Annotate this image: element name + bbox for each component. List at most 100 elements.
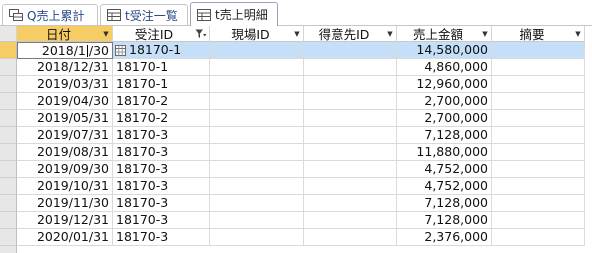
record-selector[interactable] bbox=[0, 195, 17, 212]
site-id-cell[interactable] bbox=[210, 195, 304, 212]
dropdown-arrow-icon[interactable]: ▼ bbox=[479, 30, 491, 38]
date-cell[interactable]: 2019/11/30 bbox=[17, 195, 113, 212]
record-selector[interactable] bbox=[0, 144, 17, 161]
tab-t-order-list[interactable]: t受注一覧 bbox=[100, 4, 188, 25]
date-cell[interactable]: 2018/12/31 bbox=[17, 59, 113, 76]
order-id-cell[interactable]: 18170-1 bbox=[113, 42, 210, 59]
customer-id-cell[interactable] bbox=[304, 127, 397, 144]
site-id-cell[interactable] bbox=[210, 144, 304, 161]
site-id-cell[interactable] bbox=[210, 212, 304, 229]
column-header-note[interactable]: 摘要 ▼ bbox=[492, 26, 585, 42]
customer-id-cell[interactable] bbox=[304, 144, 397, 161]
table-row[interactable]: 2019/03/31 18170-1 12,960,000 bbox=[17, 76, 592, 93]
customer-id-cell[interactable] bbox=[304, 76, 397, 93]
site-id-cell[interactable] bbox=[210, 110, 304, 127]
site-id-cell[interactable] bbox=[210, 127, 304, 144]
note-cell[interactable] bbox=[492, 161, 585, 178]
amount-cell[interactable]: 14,580,000 bbox=[397, 42, 492, 59]
site-id-cell[interactable] bbox=[210, 59, 304, 76]
calendar-picker-icon[interactable] bbox=[115, 45, 126, 56]
tab-q-sales-total[interactable]: Q売上累計 bbox=[2, 4, 98, 25]
order-id-cell[interactable]: 18170-3 bbox=[113, 127, 210, 144]
record-selector[interactable] bbox=[0, 212, 17, 229]
note-cell[interactable] bbox=[492, 229, 585, 246]
amount-cell[interactable]: 11,880,000 bbox=[397, 144, 492, 161]
table-row[interactable]: 2018/12/31 18170-1 4,860,000 bbox=[17, 59, 592, 76]
note-cell[interactable] bbox=[492, 212, 585, 229]
amount-cell[interactable]: 2,700,000 bbox=[397, 110, 492, 127]
record-selector[interactable] bbox=[0, 161, 17, 178]
site-id-cell[interactable] bbox=[210, 93, 304, 110]
customer-id-cell[interactable] bbox=[304, 229, 397, 246]
select-all-corner[interactable] bbox=[0, 26, 17, 42]
order-id-cell[interactable]: 18170-3 bbox=[113, 178, 210, 195]
date-cell[interactable]: 2019/09/30 bbox=[17, 161, 113, 178]
site-id-cell[interactable] bbox=[210, 229, 304, 246]
date-cell[interactable]: 2019/12/31 bbox=[17, 212, 113, 229]
record-selector[interactable] bbox=[0, 93, 17, 110]
table-row[interactable]: 2019/11/30 18170-3 7,128,000 bbox=[17, 195, 592, 212]
column-header-order-id[interactable]: 受注ID bbox=[113, 26, 210, 42]
order-id-cell[interactable]: 18170-2 bbox=[113, 93, 210, 110]
column-header-amount[interactable]: 売上金額 ▼ bbox=[397, 26, 492, 42]
amount-cell[interactable]: 7,128,000 bbox=[397, 127, 492, 144]
note-cell[interactable] bbox=[492, 76, 585, 93]
table-row[interactable]: 2019/05/31 18170-2 2,700,000 bbox=[17, 110, 592, 127]
date-cell[interactable]: 2019/05/31 bbox=[17, 110, 113, 127]
dropdown-arrow-icon[interactable]: ▼ bbox=[384, 30, 396, 38]
record-selector[interactable] bbox=[0, 229, 17, 246]
site-id-cell[interactable] bbox=[210, 76, 304, 93]
date-cell[interactable]: 2019/03/31 bbox=[17, 76, 113, 93]
customer-id-cell[interactable] bbox=[304, 178, 397, 195]
table-row[interactable]: 2019/10/31 18170-3 4,752,000 bbox=[17, 178, 592, 195]
note-cell[interactable] bbox=[492, 178, 585, 195]
amount-cell[interactable]: 7,128,000 bbox=[397, 195, 492, 212]
tab-t-sales-detail[interactable]: t売上明細 bbox=[190, 2, 278, 26]
customer-id-cell[interactable] bbox=[304, 93, 397, 110]
table-row[interactable]: 2019/12/31 18170-3 7,128,000 bbox=[17, 212, 592, 229]
date-cell[interactable]: 2019/08/31 bbox=[17, 144, 113, 161]
amount-cell[interactable]: 7,128,000 bbox=[397, 212, 492, 229]
dropdown-arrow-icon[interactable]: ▼ bbox=[100, 30, 112, 38]
order-id-cell[interactable]: 18170-3 bbox=[113, 144, 210, 161]
order-id-cell[interactable]: 18170-3 bbox=[113, 195, 210, 212]
note-cell[interactable] bbox=[492, 59, 585, 76]
dropdown-arrow-icon[interactable]: ▼ bbox=[291, 30, 303, 38]
date-cell[interactable]: 2018/1/30 bbox=[17, 42, 113, 59]
amount-cell[interactable]: 2,376,000 bbox=[397, 229, 492, 246]
order-id-cell[interactable]: 18170-3 bbox=[113, 212, 210, 229]
column-header-customer-id[interactable]: 得意先ID ▼ bbox=[304, 26, 397, 42]
column-header-date[interactable]: 日付 ▼ bbox=[17, 26, 113, 42]
record-selector[interactable] bbox=[0, 76, 17, 93]
customer-id-cell[interactable] bbox=[304, 161, 397, 178]
customer-id-cell[interactable] bbox=[304, 212, 397, 229]
table-row[interactable]: 2019/04/30 18170-2 2,700,000 bbox=[17, 93, 592, 110]
note-cell[interactable] bbox=[492, 195, 585, 212]
table-row[interactable]: 2018/1/30 18170-1 14,580,000 bbox=[17, 42, 592, 59]
site-id-cell[interactable] bbox=[210, 178, 304, 195]
note-cell[interactable] bbox=[492, 93, 585, 110]
amount-cell[interactable]: 12,960,000 bbox=[397, 76, 492, 93]
site-id-cell[interactable] bbox=[210, 42, 304, 59]
table-row[interactable]: 2019/09/30 18170-3 4,752,000 bbox=[17, 161, 592, 178]
order-id-cell[interactable]: 18170-3 bbox=[113, 229, 210, 246]
record-selector[interactable] bbox=[0, 42, 17, 59]
record-selector[interactable] bbox=[0, 246, 17, 253]
date-cell[interactable]: 2019/04/30 bbox=[17, 93, 113, 110]
note-cell[interactable] bbox=[492, 42, 585, 59]
note-cell[interactable] bbox=[492, 110, 585, 127]
customer-id-cell[interactable] bbox=[304, 110, 397, 127]
table-row[interactable]: 2019/08/31 18170-3 11,880,000 bbox=[17, 144, 592, 161]
site-id-cell[interactable] bbox=[210, 161, 304, 178]
dropdown-arrow-icon[interactable]: ▼ bbox=[572, 30, 584, 38]
customer-id-cell[interactable] bbox=[304, 195, 397, 212]
record-selector[interactable] bbox=[0, 110, 17, 127]
record-selector[interactable] bbox=[0, 178, 17, 195]
record-selector[interactable] bbox=[0, 127, 17, 144]
customer-id-cell[interactable] bbox=[304, 59, 397, 76]
column-header-site-id[interactable]: 現場ID ▼ bbox=[210, 26, 304, 42]
table-row[interactable]: 2019/07/31 18170-3 7,128,000 bbox=[17, 127, 592, 144]
date-cell[interactable]: 2019/10/31 bbox=[17, 178, 113, 195]
order-id-cell[interactable]: 18170-3 bbox=[113, 161, 210, 178]
filter-icon[interactable] bbox=[195, 29, 207, 39]
